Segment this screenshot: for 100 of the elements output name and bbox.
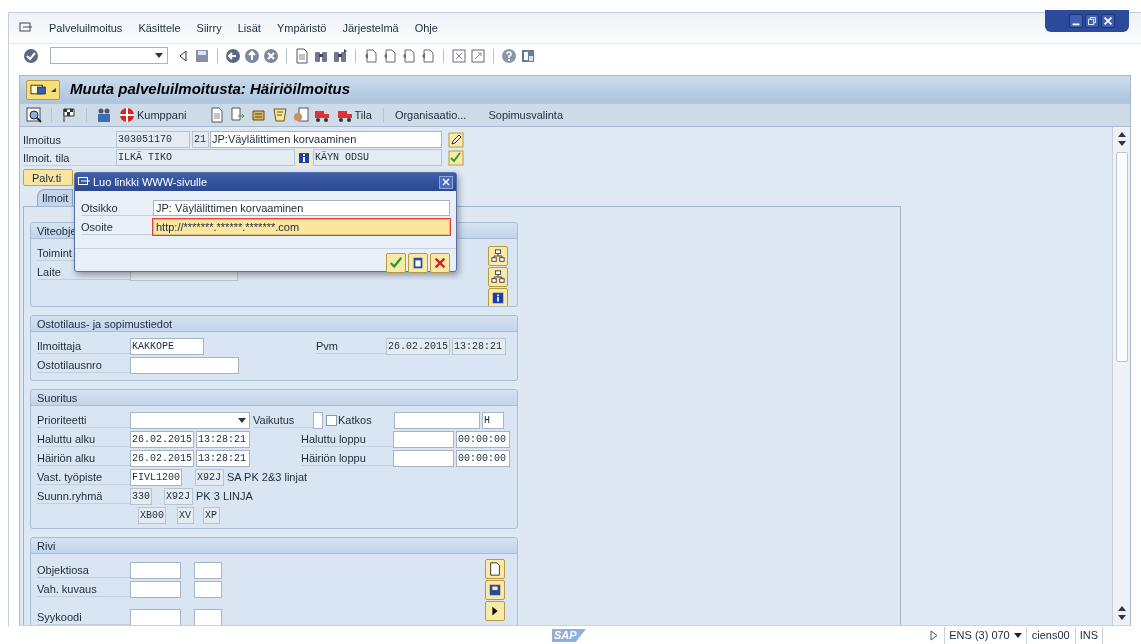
checkmark-icon[interactable] (386, 253, 406, 273)
next-page-icon[interactable] (401, 47, 417, 64)
toolbar-button[interactable]: Kumppani (117, 105, 189, 125)
input-field[interactable]: KAKKOPE (130, 337, 204, 355)
first-page-icon[interactable] (363, 47, 379, 64)
menu-item[interactable]: Siirry (196, 19, 222, 37)
structure-list-icon[interactable] (488, 267, 508, 287)
window-menu-icon[interactable] (78, 177, 90, 187)
dropdown-field[interactable] (130, 411, 250, 429)
previous-page-icon[interactable] (382, 47, 398, 64)
input-field[interactable]: 00:00:00 (456, 449, 510, 467)
screen-menu-button[interactable] (26, 79, 60, 100)
scroll-down-icon[interactable] (1117, 141, 1126, 146)
menu-item[interactable]: Lisät (237, 19, 261, 37)
input-field[interactable] (194, 580, 222, 598)
command-field[interactable] (50, 47, 168, 64)
input-field[interactable] (194, 561, 222, 579)
input-field[interactable] (130, 608, 181, 625)
notepad-icon[interactable] (271, 107, 288, 123)
input-field[interactable]: 26.02.2015 (130, 449, 194, 467)
field-label: Ostotilausnro (37, 359, 102, 371)
edit-pencil-icon[interactable] (448, 131, 464, 148)
structure-tree-icon[interactable] (488, 246, 508, 266)
cancel-icon[interactable] (263, 47, 279, 64)
input-field[interactable]: 13:28:21 (196, 430, 250, 448)
toolbar-button[interactable]: Organisaatio... (392, 105, 469, 125)
info-icon[interactable] (297, 150, 311, 165)
scroll-thumb[interactable] (1115, 152, 1128, 362)
input-field[interactable]: 13:28:21 (196, 449, 250, 467)
group-title: Ostotilaus- ja sopimustiedot (31, 316, 517, 332)
customize-layout-icon[interactable] (520, 47, 536, 64)
vertical-scrollbar[interactable] (1112, 127, 1130, 625)
close-button[interactable] (439, 175, 453, 189)
last-page-icon[interactable] (420, 47, 436, 64)
expand-status-icon[interactable] (930, 630, 939, 641)
input-field[interactable]: http://*******.******.*******.com (153, 219, 450, 235)
input-field[interactable] (194, 608, 222, 625)
field-label: Osoite (81, 221, 113, 233)
scroll-icon[interactable] (250, 107, 267, 123)
input-field[interactable]: H (482, 411, 504, 429)
input-mode[interactable]: INS (1074, 627, 1103, 644)
input-field[interactable]: 00:00:00 (456, 430, 510, 448)
check-pencil-icon[interactable] (448, 149, 464, 166)
input-field: X92J (164, 487, 193, 505)
input-field[interactable] (130, 356, 239, 374)
input-field[interactable]: JP: Väylälittimen korvaaminen (153, 200, 450, 216)
service-button[interactable]: Palv.ti (23, 169, 73, 186)
save-icon[interactable] (194, 47, 210, 64)
clipboard-icon[interactable] (408, 253, 428, 273)
toolbar-button[interactable]: Sopimusvalinta (486, 105, 565, 125)
new-session-icon[interactable] (451, 47, 467, 64)
display-object-icon[interactable] (26, 107, 42, 123)
group-title: Rivi (31, 538, 517, 554)
server-name: ciens00 (1025, 627, 1075, 644)
input-field: 21 (192, 131, 209, 148)
scroll-down-icon[interactable] (1117, 615, 1126, 620)
people-icon[interactable] (96, 107, 112, 123)
screen-title: Muuta palveluilmoitusta: Häiriöilmoitus (70, 79, 351, 100)
save-layout-icon[interactable] (485, 580, 505, 600)
shortcut-icon[interactable] (470, 47, 486, 64)
exit-icon[interactable] (244, 47, 260, 64)
restore-icon[interactable] (1085, 14, 1099, 28)
cancel-x-icon[interactable] (430, 253, 450, 273)
close-icon[interactable] (1101, 14, 1115, 28)
scroll-up-icon[interactable] (1117, 132, 1126, 137)
input-field[interactable] (393, 449, 454, 467)
enter-icon[interactable] (23, 47, 39, 64)
input-field: XV (177, 506, 194, 524)
menu-item[interactable]: Ympäristö (276, 19, 327, 37)
checkered-flag-icon[interactable] (61, 107, 77, 123)
menu-item[interactable]: Ohje (414, 19, 438, 37)
menu-item[interactable]: Palveluilmoitus (49, 19, 123, 37)
input-field[interactable] (313, 411, 323, 429)
field-label: Laite (37, 266, 61, 278)
menu-item[interactable]: Käsittele (138, 19, 181, 37)
toolbar-button[interactable]: Tila (334, 105, 374, 125)
blank-document-icon[interactable] (485, 559, 505, 579)
back-icon[interactable] (225, 47, 241, 64)
scroll-up-icon[interactable] (1117, 606, 1126, 611)
find-next-icon[interactable] (332, 47, 348, 64)
input-field[interactable] (393, 430, 454, 448)
checkbox-label: Katkos (338, 413, 373, 428)
help-icon[interactable] (501, 47, 517, 64)
input-field[interactable]: JP:Väylälittimen korvaaminen (210, 131, 442, 148)
input-field: XB00 (138, 506, 166, 524)
checkbox[interactable] (326, 414, 337, 426)
list-icon[interactable] (208, 107, 225, 123)
input-field[interactable]: FIVL1200 (130, 468, 182, 486)
tab[interactable]: Ilmoit (37, 189, 74, 206)
input-field[interactable] (394, 411, 480, 429)
dropdown-caret-icon[interactable] (1013, 633, 1022, 638)
input-field[interactable]: 26.02.2015 (130, 430, 194, 448)
input-field[interactable] (130, 561, 181, 579)
menu-item[interactable]: Järjestelmä (342, 19, 399, 37)
document-arrow-icon[interactable] (229, 107, 246, 123)
window-menu-icon[interactable] (19, 22, 33, 34)
info-icon[interactable] (488, 288, 508, 306)
input-field[interactable] (130, 580, 181, 598)
system-info[interactable]: ENS (3) 070 (949, 627, 1010, 644)
minimize-icon[interactable] (1069, 14, 1083, 28)
